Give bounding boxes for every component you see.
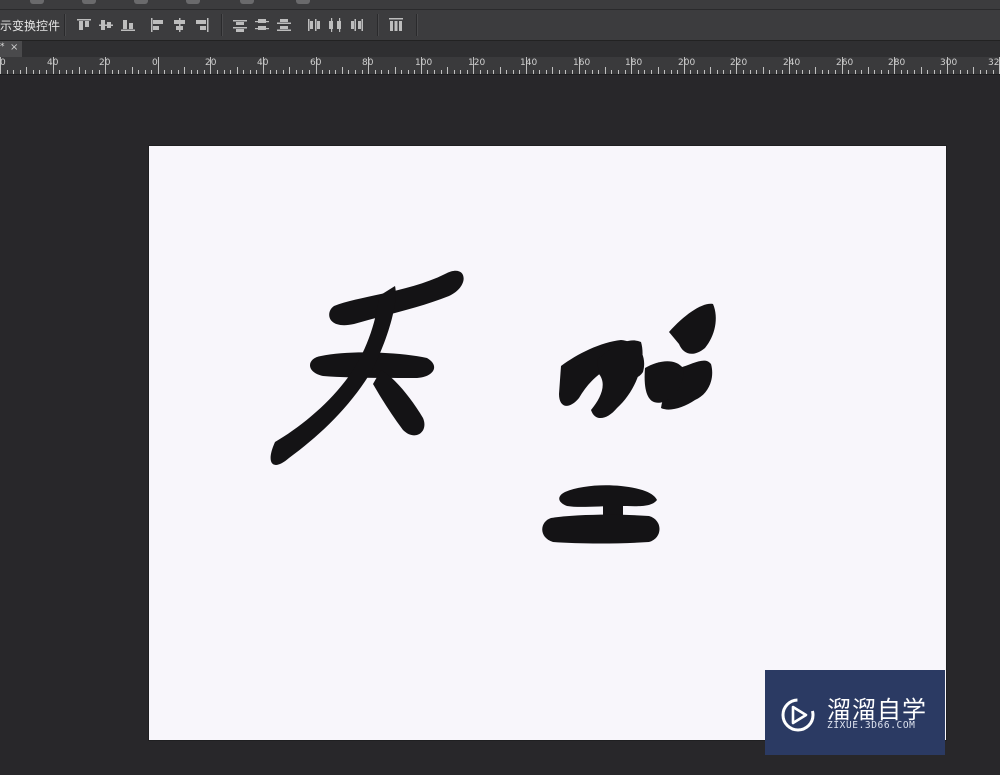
distribute-top-edges-icon[interactable] xyxy=(232,18,248,32)
ruler-label: 120 xyxy=(468,58,486,68)
ruler-label: 280 xyxy=(888,58,906,68)
ruler-label: 40 xyxy=(257,58,269,68)
ruler-label: 0 xyxy=(152,58,158,68)
menu-nub[interactable] xyxy=(240,0,254,4)
ruler-label: 180 xyxy=(625,58,643,68)
distribute-bottom-edges-icon[interactable] xyxy=(276,18,292,32)
separator xyxy=(377,14,379,36)
ruler-label: 240 xyxy=(783,58,801,68)
play-logo-icon xyxy=(781,698,815,732)
unsaved-marker: * xyxy=(0,42,5,52)
ruler-label: 260 xyxy=(836,58,854,68)
ruler-label: 60 xyxy=(310,58,322,68)
ruler-label: 20 xyxy=(205,58,217,68)
ruler-label: 80 xyxy=(362,58,374,68)
align-top-edges-icon[interactable] xyxy=(76,18,92,32)
glyph-stroke xyxy=(542,514,660,544)
align-left-edges-icon[interactable] xyxy=(150,18,166,32)
menu-nub[interactable] xyxy=(186,0,200,4)
glyph-stroke xyxy=(669,303,716,354)
distribute-right-edges-icon[interactable] xyxy=(350,18,366,32)
separator xyxy=(64,14,66,36)
distribute-left-edges-icon[interactable] xyxy=(306,18,322,32)
calligraphy-artwork xyxy=(270,270,716,544)
align-vertical-centers-icon[interactable] xyxy=(98,18,114,32)
distribute-vertical-centers-icon[interactable] xyxy=(254,18,270,32)
document-canvas[interactable] xyxy=(149,146,946,740)
close-icon[interactable]: × xyxy=(10,42,18,53)
ruler-label: 200 xyxy=(678,58,696,68)
show-transform-controls-label[interactable]: 示变换控件 xyxy=(0,17,60,34)
ruler-label: 100 xyxy=(415,58,433,68)
document-tab[interactable]: * × xyxy=(0,41,22,57)
top-menu-strip xyxy=(0,0,1000,10)
separator xyxy=(221,14,223,36)
ruler-label: 0 xyxy=(0,58,6,68)
glyph-stroke xyxy=(373,370,425,436)
watermark-subtitle: ZIXUE.3D66.COM xyxy=(827,720,916,731)
align-right-edges-icon[interactable] xyxy=(194,18,210,32)
distribute-horizontal-centers-icon[interactable] xyxy=(328,18,344,32)
ruler-label: 140 xyxy=(520,58,538,68)
ruler-label: 32 xyxy=(988,58,1000,68)
align-horizontal-centers-icon[interactable] xyxy=(172,18,188,32)
glyph-stroke xyxy=(329,270,464,326)
document-tab-bar: * × xyxy=(0,41,1000,57)
watermark-badge: 溜溜自学 ZIXUE.3D66.COM xyxy=(765,670,945,755)
horizontal-ruler[interactable]: 0 40 20 0 20 40 60 80 100 120 140 160 18… xyxy=(0,57,1000,75)
menu-nub[interactable] xyxy=(30,0,44,4)
ruler-label: 160 xyxy=(573,58,591,68)
options-bar: 示变换控件 xyxy=(0,10,1000,41)
align-bottom-edges-icon[interactable] xyxy=(120,18,136,32)
menu-nub[interactable] xyxy=(296,0,310,4)
menu-nub[interactable] xyxy=(82,0,96,4)
ruler-label: 300 xyxy=(940,58,958,68)
separator xyxy=(416,14,418,36)
ruler-label: 40 xyxy=(47,58,59,68)
menu-nub[interactable] xyxy=(134,0,148,4)
auto-align-layers-icon[interactable] xyxy=(388,18,404,32)
ruler-label: 220 xyxy=(730,58,748,68)
ruler-label: 20 xyxy=(99,58,111,68)
